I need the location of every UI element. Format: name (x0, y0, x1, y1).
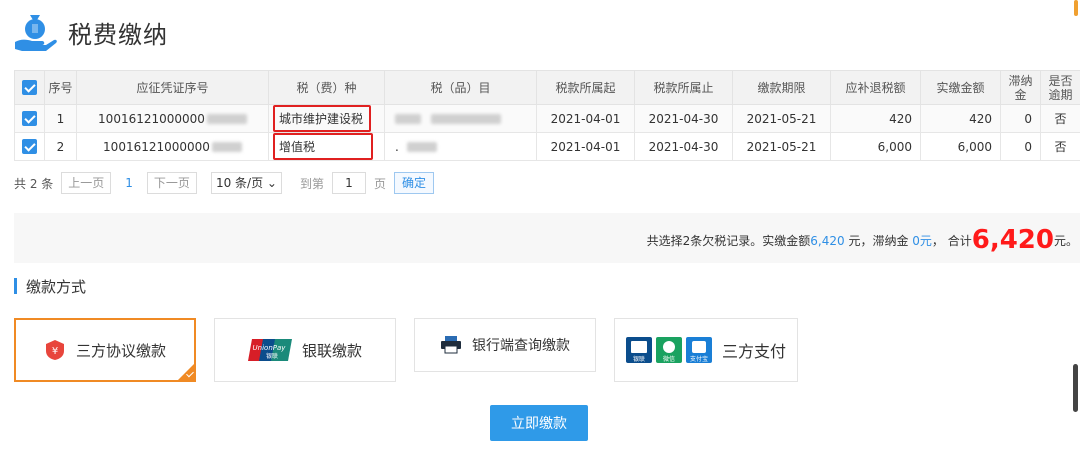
page-size-select[interactable]: 10 条/页 ⌄ (210, 172, 282, 194)
col-header-end: 税款所属止 (634, 70, 733, 105)
page-header: 税费缴纳 (12, 8, 168, 56)
pagination: 共 2 条 上一页 1 下一页 10 条/页 ⌄ 到第 1 页 确定 (14, 171, 435, 195)
unionpay-icon: UnionPay 银联 (247, 337, 292, 363)
paid-amount: 6,420 (810, 234, 845, 248)
row-start: 2021-04-01 (536, 104, 635, 133)
confirm-button[interactable]: 确定 (394, 172, 435, 194)
table-row[interactable]: 1 10016121000000 城市维护建设税 2021-04-01 2021… (14, 104, 1080, 133)
table-row[interactable]: 2 10016121000000 增值税 . 2021-04-01 2021-0… (14, 132, 1080, 161)
svg-text:支付宝: 支付宝 (690, 355, 708, 363)
tax-table: 序号 应征凭证序号 税（费）种 税（品）目 税款所属起 税款所属止 缴款期限 应… (14, 70, 1080, 161)
pay-method-unionpay[interactable]: UnionPay 银联 银联缴款 (214, 318, 396, 382)
next-page-button[interactable]: 下一页 (146, 172, 197, 194)
row-start: 2021-04-01 (536, 132, 635, 161)
col-header-tax-type: 税（费）种 (268, 70, 385, 105)
svg-text:微信: 微信 (663, 355, 675, 363)
row-due: 6,000 (830, 132, 921, 161)
row-end: 2021-04-30 (634, 104, 733, 133)
goto-page-input[interactable]: 1 (331, 172, 366, 194)
highlight-box: 增值税 (273, 133, 374, 160)
row-tax-type: 城市维护建设税 (268, 104, 385, 133)
svg-text:银联: 银联 (266, 352, 278, 360)
printer-icon (440, 336, 462, 354)
row-late-fee: 0 (1000, 104, 1041, 133)
summary-bar: 共选择2条欠税记录。实缴金额6,420 元，滞纳金 0元， 合计6,420元。 (14, 213, 1080, 263)
row-voucher: 10016121000000 (76, 104, 269, 133)
agreement-icon: ¥ (44, 339, 66, 361)
total-amount: 6,420 (971, 225, 1054, 255)
svg-text:¥: ¥ (52, 346, 58, 357)
row-index: 2 (44, 132, 77, 161)
col-header-start: 税款所属起 (536, 70, 635, 105)
third-party-pay-icons: 银联 微信 支付宝 (625, 337, 712, 363)
goto-label: 到第 (299, 176, 324, 191)
row-late-fee: 0 (1000, 132, 1041, 161)
pay-now-button[interactable]: 立即缴款 (490, 405, 588, 441)
prev-page-button[interactable]: 上一页 (61, 172, 112, 194)
row-overdue: 否 (1040, 132, 1080, 161)
row-end: 2021-04-30 (634, 132, 733, 161)
current-page[interactable]: 1 (125, 176, 133, 190)
row-checkbox[interactable] (14, 132, 45, 161)
row-deadline: 2021-05-21 (732, 104, 831, 133)
col-header-due: 应补退税额 (830, 70, 921, 105)
col-header-tax-item: 税（品）目 (384, 70, 537, 105)
payment-section-title: 缴款方式 (14, 276, 86, 296)
row-deadline: 2021-05-21 (732, 132, 831, 161)
pay-method-bank-query[interactable]: 银行端查询缴款 (414, 318, 596, 372)
pay-method-third-party[interactable]: 银联 微信 支付宝 三方支付 (614, 318, 798, 382)
late-fee-amount: 0元 (912, 234, 932, 248)
col-header-late-fee: 滞纳金 (1000, 70, 1041, 105)
col-header-deadline: 缴款期限 (732, 70, 831, 105)
summary-text: 共选择2条欠税记录。实缴金额6,420 元，滞纳金 0元， 合计6,420元。 (646, 225, 1078, 255)
svg-text:UnionPay: UnionPay (253, 344, 287, 352)
svg-text:银联: 银联 (633, 355, 645, 363)
row-tax-item (384, 104, 537, 133)
col-header-index: 序号 (44, 70, 77, 105)
col-header-paid: 实缴金额 (920, 70, 1001, 105)
section-marker (14, 278, 17, 294)
table-header-row: 序号 应征凭证序号 税（费）种 税（品）目 税款所属起 税款所属止 缴款期限 应… (14, 70, 1080, 105)
row-index: 1 (44, 104, 77, 133)
scrollbar-handle[interactable] (1073, 364, 1078, 412)
row-voucher: 10016121000000 (76, 132, 269, 161)
page-suffix: 页 (373, 176, 386, 191)
col-header-overdue: 是否逾期 (1040, 70, 1080, 105)
row-paid: 6,000 (920, 132, 1001, 161)
col-header-voucher: 应征凭证序号 (76, 70, 269, 105)
page-title: 税费缴纳 (68, 20, 168, 49)
scroll-indicator (1074, 0, 1078, 16)
money-bag-hand-icon (12, 9, 58, 55)
chevron-down-icon: ⌄ (266, 176, 277, 190)
row-paid: 420 (920, 104, 1001, 133)
row-checkbox[interactable] (14, 104, 45, 133)
row-tax-item: . (384, 132, 537, 161)
select-all-checkbox[interactable] (14, 70, 45, 105)
pay-method-agreement[interactable]: ¥ 三方协议缴款 (14, 318, 196, 382)
highlight-box: 城市维护建设税 (273, 105, 372, 132)
row-due: 420 (830, 104, 921, 133)
row-overdue: 否 (1040, 104, 1080, 133)
row-tax-type: 增值税 (268, 132, 385, 161)
total-count: 共 2 条 (14, 176, 54, 191)
